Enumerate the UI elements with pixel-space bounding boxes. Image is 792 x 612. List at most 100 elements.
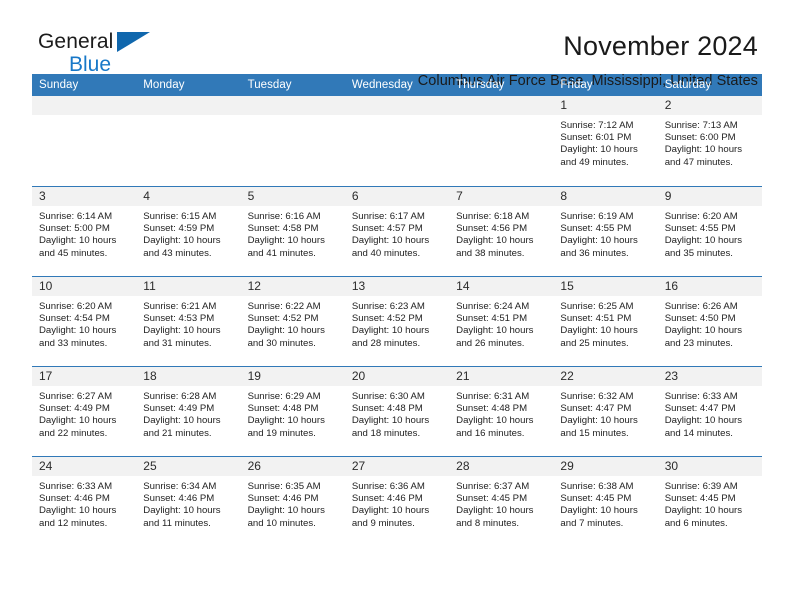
sunrise-time: Sunrise: 6:35 AM — [247, 481, 321, 492]
calendar-day-cell[interactable]: 25 Sunrise: 6:34 AM Sunset: 4:46 PM Dayligh… — [136, 457, 241, 546]
daylight-duration-line1: Daylight: 10 hours — [560, 325, 638, 337]
sunset-time: Sunset: 4:59 PM — [143, 223, 215, 235]
daylight-duration-line1: Daylight: 10 hours — [664, 505, 743, 517]
day-details: Sunrise: 6:31 AM Sunset: 4:48 PM Daylight:… — [449, 386, 553, 440]
weekday-header-tuesday: Tuesday — [247, 79, 292, 91]
calendar-day-cell[interactable]: 28 Sunrise: 6:37 AM Sunset: 4:45 PM Dayligh… — [449, 457, 554, 546]
daylight-duration-line2: and 22 minutes. — [39, 427, 108, 439]
calendar-day-cell[interactable]: 9 Sunrise: 6:20 AM Sunset: 4:55 PM Daylight… — [657, 187, 762, 276]
calendar-day-cell[interactable]: 26 Sunrise: 6:35 AM Sunset: 4:46 PM Dayligh… — [240, 457, 345, 546]
daylight-duration-line1: Daylight: 10 hours — [664, 415, 743, 427]
general-blue-logo[interactable]: General Blue — [32, 30, 182, 82]
daylight-duration-line1: Daylight: 10 hours — [560, 235, 638, 247]
daylight-duration-line1: Daylight: 10 hours — [664, 325, 743, 337]
sunrise-time: Sunrise: 6:38 AM — [560, 481, 634, 492]
daylight-duration-line2: and 43 minutes. — [143, 247, 212, 259]
calendar-day-cell-empty — [449, 96, 554, 186]
day-details: Sunrise: 6:30 AM Sunset: 4:48 PM Daylight:… — [345, 386, 449, 440]
daylight-duration-line2: and 33 minutes. — [39, 337, 108, 349]
sunset-time: Sunset: 5:00 PM — [39, 223, 110, 235]
day-number: 13 — [344, 277, 450, 296]
calendar-day-cell[interactable]: 29 Sunrise: 6:38 AM Sunset: 4:45 PM Dayligh… — [553, 457, 658, 546]
daylight-duration-line2: and 35 minutes. — [664, 247, 733, 259]
calendar-day-cell[interactable]: 24 Sunrise: 6:33 AM Sunset: 4:46 PM Dayligh… — [32, 457, 137, 546]
daylight-duration-line2: and 28 minutes. — [351, 337, 421, 349]
calendar-weeks: 1 Sunrise: 7:12 AM Sunset: 6:01 PM Daylight… — [32, 96, 762, 546]
daylight-duration-line1: Daylight: 10 hours — [351, 235, 430, 247]
sunset-time: Sunset: 4:51 PM — [456, 313, 528, 325]
calendar-day-cell-empty — [32, 96, 137, 186]
daylight-duration-line1: Daylight: 10 hours — [664, 144, 743, 156]
calendar-day-cell[interactable]: 15 Sunrise: 6:25 AM Sunset: 4:51 PM Dayligh… — [553, 277, 658, 366]
calendar-day-cell[interactable]: 1 Sunrise: 7:12 AM Sunset: 6:01 PM Daylight… — [553, 96, 658, 186]
sunset-time: Sunset: 4:46 PM — [39, 493, 110, 505]
sunset-time: Sunset: 4:54 PM — [39, 313, 110, 325]
calendar-day-cell[interactable]: 14 Sunrise: 6:24 AM Sunset: 4:51 PM Dayligh… — [449, 277, 554, 366]
sunrise-time: Sunrise: 6:32 AM — [560, 391, 634, 402]
day-details: Sunrise: 6:17 AM Sunset: 4:57 PM Daylight:… — [345, 206, 449, 260]
day-details: Sunrise: 6:26 AM Sunset: 4:50 PM Daylight:… — [658, 296, 762, 350]
daylight-duration-line2: and 19 minutes. — [247, 427, 316, 439]
daylight-duration-line2: and 9 minutes. — [351, 517, 415, 529]
calendar-day-cell[interactable]: 5 Sunrise: 6:16 AM Sunset: 4:58 PM Daylight… — [240, 187, 345, 276]
daylight-duration-line1: Daylight: 10 hours — [560, 505, 638, 517]
sunset-time: Sunset: 4:51 PM — [560, 313, 632, 325]
sunset-time: Sunset: 6:01 PM — [560, 132, 632, 144]
sunset-time: Sunset: 4:58 PM — [247, 223, 319, 235]
sunset-time: Sunset: 4:52 PM — [247, 313, 319, 325]
day-details: Sunrise: 7:13 AM Sunset: 6:00 PM Daylight:… — [658, 115, 762, 169]
day-details: Sunrise: 6:33 AM Sunset: 4:47 PM Daylight:… — [658, 386, 762, 440]
calendar-week-row: 10 Sunrise: 6:20 AM Sunset: 4:54 PM Dayligh… — [32, 276, 762, 366]
calendar-day-cell-empty — [136, 96, 241, 186]
calendar-day-cell[interactable]: 16 Sunrise: 6:26 AM Sunset: 4:50 PM Dayligh… — [657, 277, 762, 366]
calendar-day-cell[interactable]: 19 Sunrise: 6:29 AM Sunset: 4:48 PM Dayligh… — [240, 367, 345, 456]
day-details: Sunrise: 6:22 AM Sunset: 4:52 PM Daylight:… — [241, 296, 345, 350]
sunset-time: Sunset: 4:49 PM — [39, 403, 110, 415]
calendar-day-cell[interactable]: 8 Sunrise: 6:19 AM Sunset: 4:55 PM Daylight… — [553, 187, 658, 276]
calendar-day-cell[interactable]: 12 Sunrise: 6:22 AM Sunset: 4:52 PM Dayligh… — [240, 277, 345, 366]
weekday-header-wednesday: Wednesday — [351, 79, 413, 91]
calendar-day-cell[interactable]: 17 Sunrise: 6:27 AM Sunset: 4:49 PM Dayligh… — [32, 367, 137, 456]
calendar-day-cell[interactable]: 27 Sunrise: 6:36 AM Sunset: 4:46 PM Dayligh… — [344, 457, 450, 546]
day-number: 19 — [240, 367, 345, 386]
day-details: Sunrise: 6:33 AM Sunset: 4:46 PM Daylight:… — [32, 476, 136, 530]
day-number: 20 — [344, 367, 450, 386]
day-number: 22 — [553, 367, 658, 386]
calendar-day-cell[interactable]: 21 Sunrise: 6:31 AM Sunset: 4:48 PM Dayligh… — [449, 367, 554, 456]
sunset-time: Sunset: 4:57 PM — [351, 223, 423, 235]
daylight-duration-line2: and 40 minutes. — [351, 247, 421, 259]
calendar-day-cell[interactable]: 13 Sunrise: 6:23 AM Sunset: 4:52 PM Dayligh… — [344, 277, 450, 366]
daylight-duration-line2: and 23 minutes. — [664, 337, 733, 349]
daylight-duration-line1: Daylight: 10 hours — [351, 415, 430, 427]
calendar-day-cell[interactable]: 10 Sunrise: 6:20 AM Sunset: 4:54 PM Dayligh… — [32, 277, 137, 366]
sunset-time: Sunset: 4:49 PM — [143, 403, 215, 415]
calendar-week-row: 3 Sunrise: 6:14 AM Sunset: 5:00 PM Daylight… — [32, 186, 762, 276]
calendar-day-cell[interactable]: 30 Sunrise: 6:39 AM Sunset: 4:45 PM Dayligh… — [657, 457, 762, 546]
sunrise-time: Sunrise: 6:17 AM — [351, 211, 425, 222]
calendar-day-cell[interactable]: 18 Sunrise: 6:28 AM Sunset: 4:49 PM Dayligh… — [136, 367, 241, 456]
daylight-duration-line1: Daylight: 10 hours — [560, 415, 638, 427]
calendar-day-cell[interactable]: 11 Sunrise: 6:21 AM Sunset: 4:53 PM Dayligh… — [136, 277, 241, 366]
day-number: 25 — [136, 457, 241, 476]
day-details: Sunrise: 6:25 AM Sunset: 4:51 PM Daylight:… — [553, 296, 657, 350]
sunrise-time: Sunrise: 6:23 AM — [351, 301, 425, 312]
calendar-day-cell[interactable]: 4 Sunrise: 6:15 AM Sunset: 4:59 PM Daylight… — [136, 187, 241, 276]
calendar-day-cell[interactable]: 22 Sunrise: 6:32 AM Sunset: 4:47 PM Dayligh… — [553, 367, 658, 456]
calendar-day-cell[interactable]: 20 Sunrise: 6:30 AM Sunset: 4:48 PM Dayligh… — [344, 367, 450, 456]
day-details: Sunrise: 6:39 AM Sunset: 4:45 PM Daylight:… — [658, 476, 762, 530]
daylight-duration-line2: and 18 minutes. — [351, 427, 421, 439]
sunrise-time: Sunrise: 6:36 AM — [351, 481, 425, 492]
daylight-duration-line2: and 10 minutes. — [247, 517, 316, 529]
day-details: Sunrise: 6:18 AM Sunset: 4:56 PM Daylight:… — [449, 206, 553, 260]
daylight-duration-line2: and 41 minutes. — [247, 247, 316, 259]
day-number: 17 — [32, 367, 137, 386]
calendar-day-cell[interactable]: 3 Sunrise: 6:14 AM Sunset: 5:00 PM Daylight… — [32, 187, 137, 276]
sunrise-time: Sunrise: 6:31 AM — [456, 391, 530, 402]
day-number — [240, 96, 345, 115]
daylight-duration-line2: and 25 minutes. — [560, 337, 629, 349]
calendar-day-cell[interactable]: 23 Sunrise: 6:33 AM Sunset: 4:47 PM Dayligh… — [657, 367, 762, 456]
calendar-day-cell[interactable]: 6 Sunrise: 6:17 AM Sunset: 4:57 PM Daylight… — [344, 187, 450, 276]
calendar-day-cell[interactable]: 7 Sunrise: 6:18 AM Sunset: 4:56 PM Daylight… — [449, 187, 554, 276]
calendar-week-row: 24 Sunrise: 6:33 AM Sunset: 4:46 PM Dayligh… — [32, 456, 762, 546]
calendar-day-cell[interactable]: 2 Sunrise: 7:13 AM Sunset: 6:00 PM Daylight… — [657, 96, 762, 186]
